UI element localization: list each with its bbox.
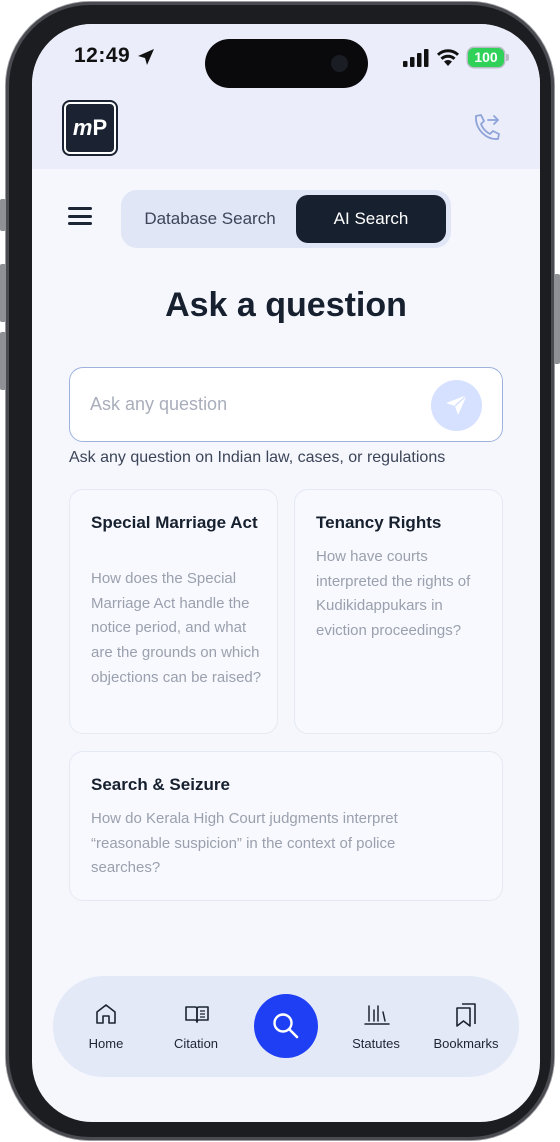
- location-arrow-icon: [138, 49, 154, 65]
- phone-frame: 12:49 100 mP Database Search AI Search A…: [0, 2, 560, 1140]
- nav-bookmarks[interactable]: Bookmarks: [431, 976, 501, 1077]
- bookmark-icon: [456, 1003, 476, 1027]
- search-hint: Ask any question on Indian law, cases, o…: [69, 449, 446, 466]
- tab-ai-search[interactable]: AI Search: [296, 195, 446, 243]
- nav-home[interactable]: Home: [71, 976, 141, 1077]
- app-logo: mP: [64, 102, 116, 154]
- book-open-icon: [185, 1006, 209, 1023]
- nav-statutes-label: Statutes: [352, 1036, 400, 1051]
- card-body: How do Kerala High Court judgments inter…: [91, 810, 398, 877]
- send-icon: [446, 394, 468, 415]
- suggestion-card[interactable]: Tenancy Rights How have courts interpret…: [294, 489, 503, 734]
- question-input[interactable]: [90, 388, 410, 420]
- dynamic-island: [205, 39, 368, 88]
- question-box: [69, 367, 503, 442]
- send-button[interactable]: [431, 380, 482, 431]
- signal-icon: [403, 49, 429, 67]
- nav-bookmarks-label: Bookmarks: [433, 1036, 499, 1051]
- page-title: Ask a question: [165, 286, 407, 324]
- card-title: Tenancy Rights: [316, 513, 442, 532]
- card-title: Special Marriage Act: [91, 513, 258, 532]
- action-button: [0, 199, 6, 231]
- power-button: [554, 274, 560, 364]
- status-time: 12:49: [74, 44, 131, 67]
- suggestion-card[interactable]: Special Marriage Act How does the Specia…: [69, 489, 278, 734]
- bottom-nav: Home Citation Statutes Bookmarks: [53, 976, 519, 1077]
- card-title: Search & Seizure: [91, 775, 230, 794]
- search-icon: [273, 1013, 299, 1039]
- home-icon: [96, 1004, 116, 1024]
- battery-indicator: 100: [468, 48, 504, 67]
- phone-forward-icon[interactable]: [472, 112, 500, 142]
- card-body: How have courts interpreted the rights o…: [316, 548, 471, 640]
- card-body: How does the Special Marriage Act handle…: [91, 570, 262, 686]
- nav-home-label: Home: [88, 1036, 124, 1051]
- suggestion-card[interactable]: Search & Seizure How do Kerala High Cour…: [69, 751, 503, 901]
- tab-database-search[interactable]: Database Search: [129, 195, 291, 243]
- nav-citation-label: Citation: [173, 1036, 219, 1051]
- wifi-icon: [436, 49, 460, 66]
- nav-citation[interactable]: Citation: [161, 976, 231, 1077]
- search-fab[interactable]: [254, 994, 318, 1058]
- statutes-icon: [364, 1005, 390, 1025]
- battery-tip: [506, 54, 509, 61]
- volume-up-button: [0, 264, 6, 322]
- camera: [331, 55, 348, 72]
- search-mode-toggle: Database Search AI Search: [121, 190, 451, 248]
- menu-icon[interactable]: [68, 207, 92, 225]
- nav-statutes[interactable]: Statutes: [341, 976, 411, 1077]
- screen: 12:49 100 mP Database Search AI Search A…: [32, 24, 540, 1122]
- volume-down-button: [0, 332, 6, 390]
